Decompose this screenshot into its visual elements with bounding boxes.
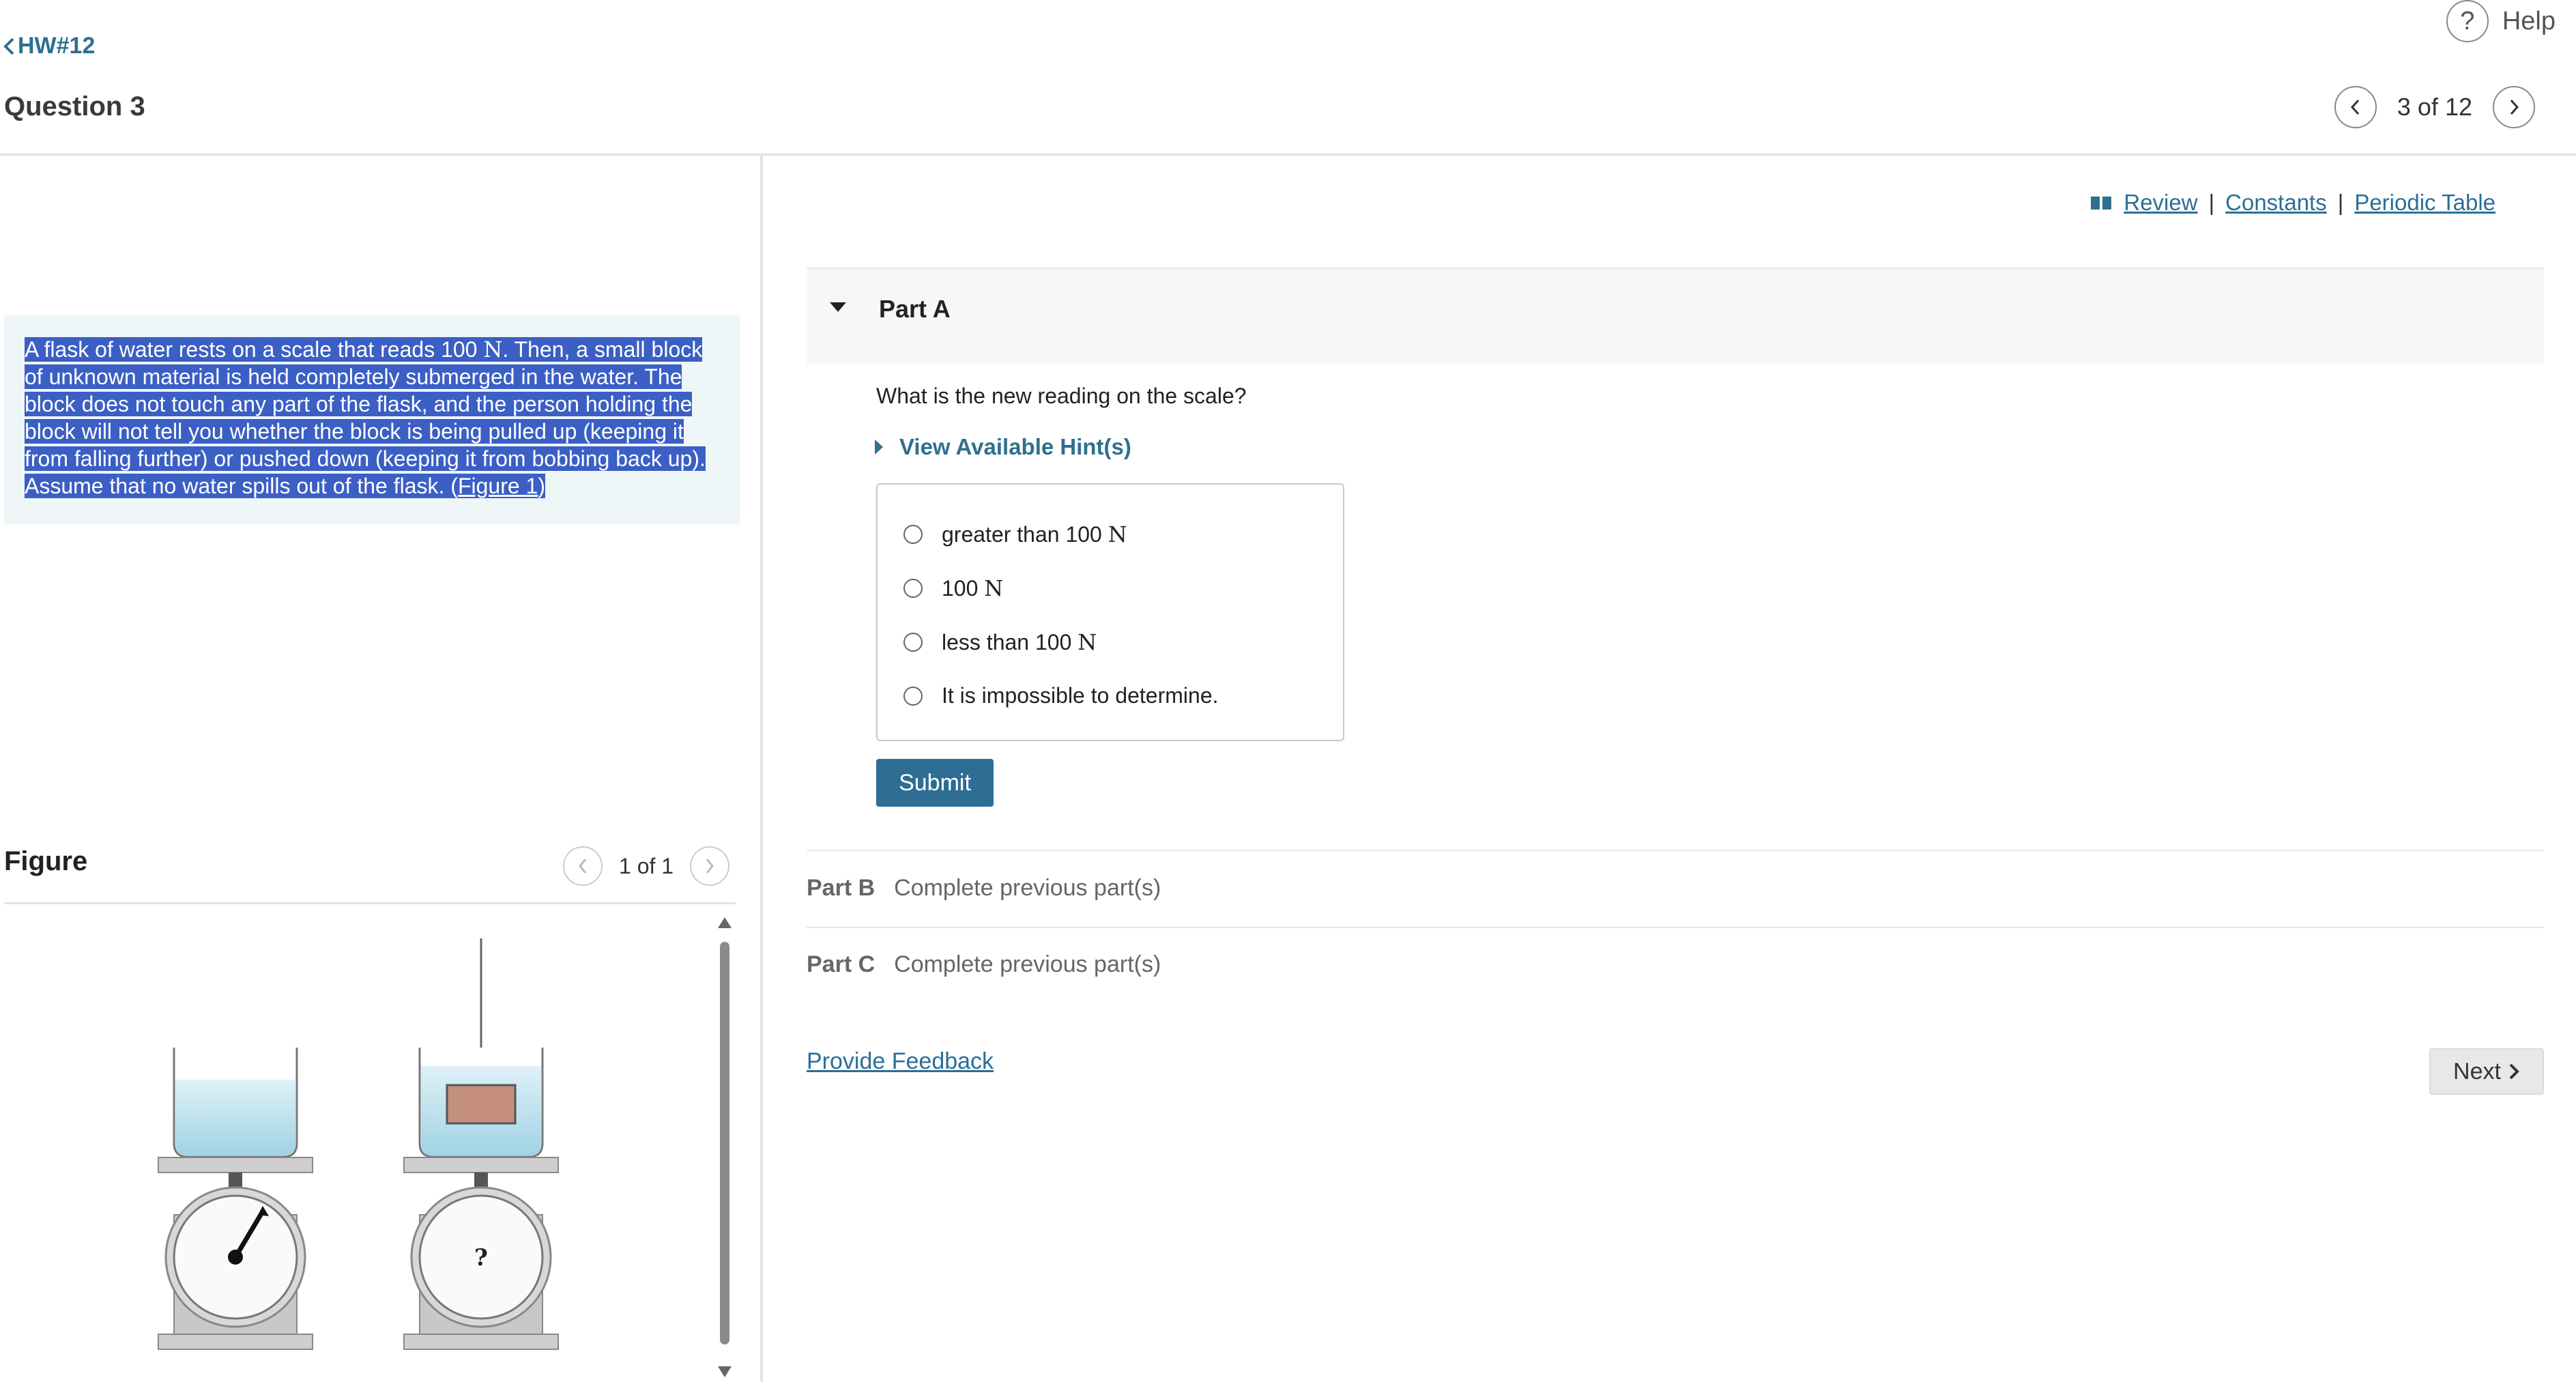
dial-question-mark: ? bbox=[474, 1244, 488, 1271]
scrollbar-thumb[interactable] bbox=[720, 942, 729, 1344]
previous-question-button[interactable] bbox=[2334, 86, 2377, 128]
next-label: Next bbox=[2453, 1058, 2501, 1084]
view-hints-toggle[interactable]: View Available Hint(s) bbox=[873, 434, 1131, 460]
periodic-table-link[interactable]: Periodic Table bbox=[2354, 190, 2495, 216]
scale-with-submerged-block: ? bbox=[403, 938, 559, 1350]
pane-divider[interactable] bbox=[760, 156, 763, 1382]
help-label: Help bbox=[2502, 6, 2556, 35]
figure-divider bbox=[4, 902, 736, 904]
part-a-question: What is the new reading on the scale? bbox=[876, 384, 1247, 408]
chevron-right-icon bbox=[706, 859, 714, 874]
figure-scrollbar[interactable] bbox=[717, 915, 733, 1382]
scroll-up-icon[interactable] bbox=[718, 917, 732, 928]
option-label: greater than 100 N bbox=[942, 521, 1127, 547]
option-label: less than 100 N bbox=[942, 629, 1097, 655]
back-link-label: HW#12 bbox=[18, 33, 96, 59]
part-c-divider bbox=[807, 927, 2544, 928]
chevron-left-icon bbox=[579, 859, 587, 874]
option-label: 100 N bbox=[942, 575, 1004, 601]
scroll-down-icon[interactable] bbox=[718, 1366, 732, 1377]
figure-1-link[interactable]: Figure 1 bbox=[458, 474, 538, 498]
problem-statement: A flask of water rests on a scale that r… bbox=[25, 336, 706, 498]
figure-1-image: ? bbox=[158, 938, 559, 1350]
figure-pager: 1 of 1 bbox=[563, 846, 730, 886]
answer-options: greater than 100 N 100 N less than 100 N… bbox=[876, 483, 1344, 741]
provide-feedback-link[interactable]: Provide Feedback bbox=[807, 1048, 994, 1075]
chevron-right-icon bbox=[2509, 1063, 2519, 1080]
resource-links: Review | Constants | Periodic Table bbox=[2089, 190, 2495, 216]
figure-pager-text: 1 of 1 bbox=[619, 853, 674, 878]
caret-down-icon[interactable] bbox=[828, 300, 848, 314]
help-icon: ? bbox=[2446, 0, 2489, 42]
book-icon bbox=[2091, 197, 2112, 210]
chevron-right-icon bbox=[2510, 99, 2519, 115]
review-link[interactable]: Review bbox=[2124, 190, 2197, 216]
part-c-status: Complete previous part(s) bbox=[894, 951, 1161, 977]
problem-statement-box: A flask of water rests on a scale that r… bbox=[4, 315, 740, 524]
option-impossible[interactable]: It is impossible to determine. bbox=[903, 683, 1219, 708]
part-a-header[interactable] bbox=[807, 269, 2544, 364]
next-question-button[interactable] bbox=[2493, 86, 2535, 128]
option-greater-than[interactable]: greater than 100 N bbox=[903, 521, 1127, 547]
view-hints-label: View Available Hint(s) bbox=[899, 434, 1131, 459]
chevron-left-icon bbox=[2350, 99, 2360, 115]
chevron-left-icon bbox=[3, 38, 14, 55]
separator: | bbox=[2208, 190, 2215, 215]
option-equal[interactable]: 100 N bbox=[903, 575, 1003, 601]
constants-link[interactable]: Constants bbox=[2225, 190, 2327, 216]
part-b-status: Complete previous part(s) bbox=[894, 875, 1161, 901]
next-button[interactable]: Next bbox=[2429, 1048, 2544, 1095]
back-to-assignment-link[interactable]: HW#12 bbox=[3, 33, 95, 59]
help-button[interactable]: ? Help bbox=[2446, 0, 2556, 42]
radio-button[interactable] bbox=[903, 686, 923, 706]
next-figure-button[interactable] bbox=[690, 846, 730, 886]
part-a-label: Part A bbox=[879, 295, 951, 323]
question-pager: 3 of 12 bbox=[2334, 86, 2535, 128]
radio-button[interactable] bbox=[903, 633, 923, 652]
scale-with-flask bbox=[158, 1048, 313, 1350]
option-less-than[interactable]: less than 100 N bbox=[903, 629, 1097, 655]
part-b-label: Part B bbox=[807, 875, 875, 901]
radio-button[interactable] bbox=[903, 579, 923, 598]
figure-title: Figure bbox=[4, 846, 88, 876]
header-divider bbox=[0, 154, 2576, 156]
part-b-divider bbox=[807, 850, 2544, 851]
part-c-label: Part C bbox=[807, 951, 875, 977]
previous-figure-button[interactable] bbox=[563, 846, 603, 886]
question-pager-text: 3 of 12 bbox=[2397, 93, 2472, 121]
part-b-row[interactable]: Part B Complete previous part(s) bbox=[807, 875, 1161, 902]
question-title: Question 3 bbox=[4, 91, 145, 121]
caret-right-icon bbox=[875, 440, 883, 455]
part-c-row[interactable]: Part C Complete previous part(s) bbox=[807, 951, 1161, 978]
option-label: It is impossible to determine. bbox=[942, 683, 1219, 708]
submit-button[interactable]: Submit bbox=[876, 759, 994, 807]
separator: | bbox=[2337, 190, 2344, 215]
radio-button[interactable] bbox=[903, 525, 923, 544]
